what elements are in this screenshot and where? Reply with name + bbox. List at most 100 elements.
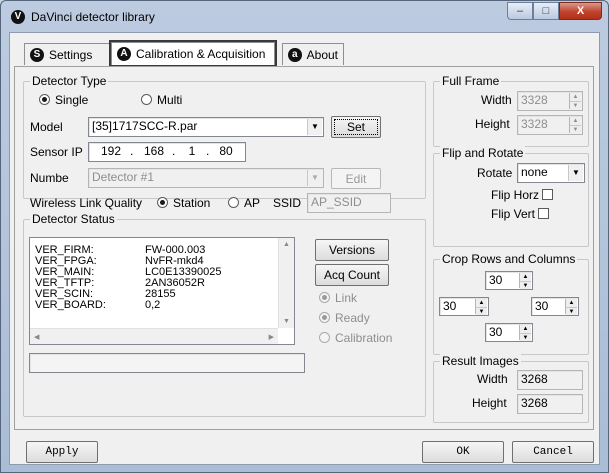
chevron-down-icon: ▼: [307, 170, 322, 186]
ip-octet-2: 168: [143, 144, 165, 158]
app-logo-icon: V: [11, 10, 25, 24]
full-width-input[interactable]: 3328 ▲ ▼: [517, 91, 583, 111]
flip-horz-checkbox[interactable]: Flip Horz: [491, 188, 554, 202]
result-width-value: 3268: [517, 370, 583, 390]
minimize-button[interactable]: –: [507, 2, 533, 20]
full-frame-label: Full Frame: [440, 74, 502, 88]
crop-right-input[interactable]: 30 ▲ ▼: [531, 297, 579, 316]
versions-button[interactable]: Versions: [315, 239, 389, 261]
ssid-label: SSID: [273, 196, 302, 210]
about-tab-icon: a: [288, 47, 302, 62]
multi-radio[interactable]: Multi: [141, 93, 182, 107]
full-width-spinner[interactable]: ▲ ▼: [569, 93, 581, 110]
result-images-label: Result Images: [440, 354, 521, 368]
window-title: DaVinci detector library: [31, 10, 155, 24]
full-width-label: Width: [481, 93, 512, 107]
crop-bottom-spinner[interactable]: ▲ ▼: [519, 325, 531, 341]
vertical-scrollbar[interactable]: ▲ ▼: [278, 238, 294, 328]
chevron-down-icon: ▼: [568, 165, 583, 181]
tab-calibration-acquisition[interactable]: A Calibration & Acquisition: [109, 40, 277, 67]
wireless-link-label: Wireless Link Quality: [30, 196, 143, 210]
apply-button[interactable]: Apply: [26, 441, 98, 463]
scroll-right-icon[interactable]: ▶: [269, 333, 274, 341]
numbe-label: Numbe: [30, 171, 69, 185]
single-radio-dot: [39, 94, 50, 105]
ap-label: AP: [244, 196, 261, 210]
crop-left-input[interactable]: 30 ▲ ▼: [439, 297, 489, 316]
full-height-value: 3328: [521, 117, 548, 131]
status-list[interactable]: VER_FIRM: FW-000.003 VER_FPGA: NvFR-mkd4 V…: [29, 237, 295, 345]
station-label: Station: [173, 196, 211, 210]
link-radio[interactable]: Link: [319, 291, 357, 305]
link-radio-dot: [319, 292, 330, 303]
app-window: V DaVinci detector library – □ X S Setti…: [0, 0, 609, 473]
single-label: Single: [55, 93, 89, 107]
set-button[interactable]: Set: [331, 116, 381, 138]
full-width-value: 3328: [521, 93, 548, 107]
full-height-input[interactable]: 3328 ▲ ▼: [517, 115, 583, 135]
full-height-spinner[interactable]: ▲ ▼: [569, 117, 581, 134]
edit-button[interactable]: Edit: [331, 168, 381, 189]
full-height-label: Height: [475, 117, 510, 131]
cancel-button[interactable]: Cancel: [512, 441, 594, 463]
result-width-label: Width: [477, 372, 508, 386]
dialog-client: S Settings A Calibration & Acquisition a…: [9, 32, 600, 465]
crop-bottom-input[interactable]: 30 ▲ ▼: [485, 323, 533, 342]
multi-radio-dot: [141, 94, 152, 105]
chevron-down-icon: ▼: [307, 119, 322, 135]
crop-right-value: 30: [535, 299, 549, 313]
ap-radio-dot: [228, 197, 239, 208]
crop-label: Crop Rows and Columns: [440, 252, 578, 266]
flip-horz-box: [542, 189, 554, 200]
crop-left-spinner[interactable]: ▲ ▼: [475, 299, 487, 315]
detector-status-label: Detector Status: [30, 212, 117, 226]
flip-vert-checkbox[interactable]: Flip Vert: [491, 207, 550, 221]
crop-top-spinner[interactable]: ▲ ▼: [519, 273, 531, 289]
calibration-radio-dot: [319, 332, 330, 343]
scroll-up-icon[interactable]: ▲: [283, 241, 290, 248]
sensor-ip-label: Sensor IP: [30, 145, 83, 159]
status-progress-bar: [29, 353, 305, 373]
calibration-tab-icon: A: [117, 47, 131, 61]
ap-radio[interactable]: AP: [228, 196, 260, 210]
scroll-left-icon[interactable]: ◀: [34, 333, 39, 341]
rotate-value: none: [521, 165, 548, 179]
result-height-label: Height: [472, 396, 507, 410]
title-bar[interactable]: V DaVinci detector library – □ X: [1, 1, 608, 33]
multi-label: Multi: [157, 93, 183, 107]
model-select[interactable]: [35]1717SCC-R.par ▼: [88, 117, 324, 137]
station-radio[interactable]: Station: [157, 196, 210, 210]
model-value: [35]1717SCC-R.par: [92, 119, 198, 133]
flip-vert-box: [538, 208, 550, 219]
ok-button[interactable]: OK: [422, 441, 504, 463]
horizontal-scrollbar[interactable]: ◀ ▶: [30, 328, 278, 344]
ready-radio[interactable]: Ready: [319, 311, 370, 325]
result-height-value: 3268: [517, 394, 583, 414]
ip-octet-1: 192: [100, 144, 122, 158]
crop-top-value: 30: [489, 273, 503, 287]
crop-right-spinner[interactable]: ▲ ▼: [565, 299, 577, 315]
acq-count-button[interactable]: Acq Count: [315, 264, 389, 286]
crop-top-input[interactable]: 30 ▲ ▼: [485, 271, 533, 290]
rotate-select[interactable]: none ▼: [517, 163, 585, 183]
calibration-label: Calibration: [335, 331, 393, 345]
tab-settings[interactable]: S Settings: [24, 43, 110, 65]
window-controls: – □ X: [507, 2, 602, 20]
scroll-down-icon[interactable]: ▼: [283, 318, 290, 325]
detector-type-label: Detector Type: [30, 74, 109, 88]
numbe-select[interactable]: Detector #1 ▼: [88, 168, 324, 188]
ready-radio-dot: [319, 312, 330, 323]
ssid-input[interactable]: AP_SSID: [307, 193, 391, 213]
tab-about[interactable]: a About: [282, 43, 344, 65]
single-radio[interactable]: Single: [39, 93, 88, 107]
calibration-radio[interactable]: Calibration: [319, 331, 392, 345]
ip-octet-4: 80: [219, 144, 233, 158]
close-button[interactable]: X: [559, 2, 602, 20]
sensor-ip-input[interactable]: 192. 168. 1. 80: [88, 142, 246, 162]
flip-vert-label: Flip Vert: [491, 207, 536, 221]
tab-calibration-label: Calibration & Acquisition: [136, 47, 266, 61]
maximize-button[interactable]: □: [533, 2, 559, 20]
ready-label: Ready: [335, 311, 370, 325]
tab-panel: Detector Type Single Multi Model [35]171…: [14, 66, 594, 430]
rotate-label: Rotate: [477, 166, 513, 180]
